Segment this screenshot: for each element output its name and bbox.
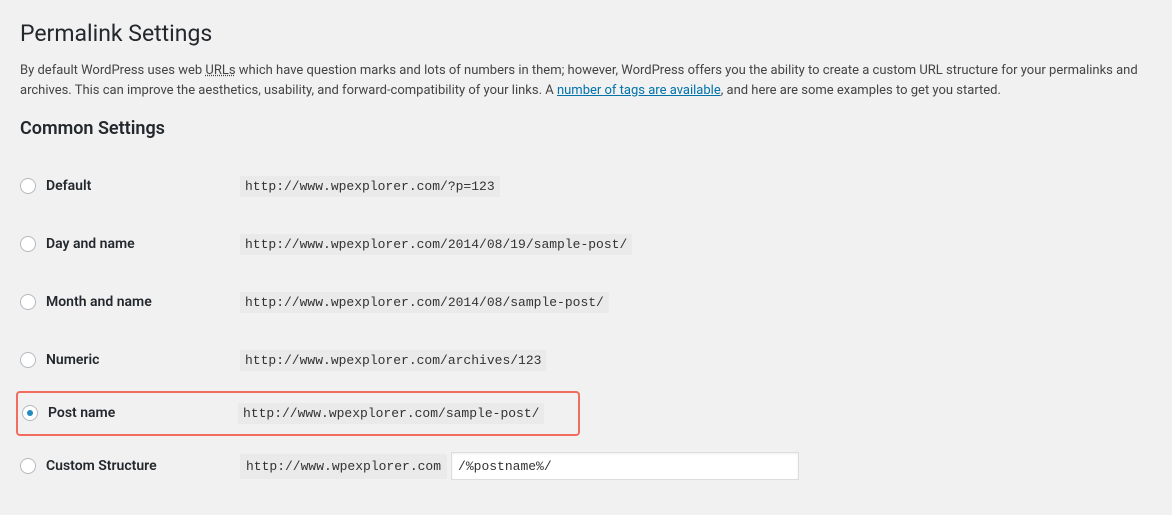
permalink-settings-table: Default http://www.wpexplorer.com/?p=123… bbox=[20, 157, 1152, 495]
page-title: Permalink Settings bbox=[20, 20, 1152, 47]
radio-month-name[interactable] bbox=[20, 294, 36, 310]
radio-label-month-name[interactable]: Month and name bbox=[46, 294, 152, 310]
numeric-url-value: http://www.wpexplorer.com/archives/123 bbox=[240, 350, 546, 371]
post-name-url-value: http://www.wpexplorer.com/sample-post/ bbox=[238, 403, 544, 424]
setting-row-numeric: Numeric http://www.wpexplorer.com/archiv… bbox=[20, 331, 1152, 389]
setting-row-post-name: Post name http://www.wpexplorer.com/samp… bbox=[20, 389, 1152, 437]
setting-row-month-name: Month and name http://www.wpexplorer.com… bbox=[20, 273, 1152, 331]
month-name-url-value: http://www.wpexplorer.com/2014/08/sample… bbox=[240, 292, 609, 313]
setting-row-day-name: Day and name http://www.wpexplorer.com/2… bbox=[20, 215, 1152, 273]
urls-abbr: URLs bbox=[205, 63, 235, 78]
tags-available-link[interactable]: number of tags are available bbox=[557, 83, 721, 98]
page-description: By default WordPress uses web URLs which… bbox=[20, 61, 1152, 100]
common-settings-heading: Common Settings bbox=[20, 118, 1152, 139]
day-name-url-value: http://www.wpexplorer.com/2014/08/19/sam… bbox=[240, 234, 632, 255]
radio-default[interactable] bbox=[20, 178, 36, 194]
radio-label-default[interactable]: Default bbox=[46, 178, 91, 194]
custom-base-url: http://www.wpexplorer.com bbox=[240, 454, 447, 479]
radio-numeric[interactable] bbox=[20, 352, 36, 368]
radio-label-custom[interactable]: Custom Structure bbox=[46, 458, 157, 474]
setting-row-default: Default http://www.wpexplorer.com/?p=123 bbox=[20, 157, 1152, 215]
default-url-value: http://www.wpexplorer.com/?p=123 bbox=[240, 176, 500, 197]
radio-post-name[interactable] bbox=[22, 405, 38, 421]
radio-label-numeric[interactable]: Numeric bbox=[46, 352, 99, 368]
radio-label-post-name[interactable]: Post name bbox=[48, 405, 115, 421]
radio-custom[interactable] bbox=[20, 458, 36, 474]
radio-label-day-name[interactable]: Day and name bbox=[46, 236, 135, 252]
custom-structure-input[interactable] bbox=[451, 452, 799, 480]
radio-day-name[interactable] bbox=[20, 236, 36, 252]
setting-row-custom: Custom Structure http://www.wpexplorer.c… bbox=[20, 437, 1152, 495]
highlight-post-name: Post name http://www.wpexplorer.com/samp… bbox=[16, 391, 580, 436]
